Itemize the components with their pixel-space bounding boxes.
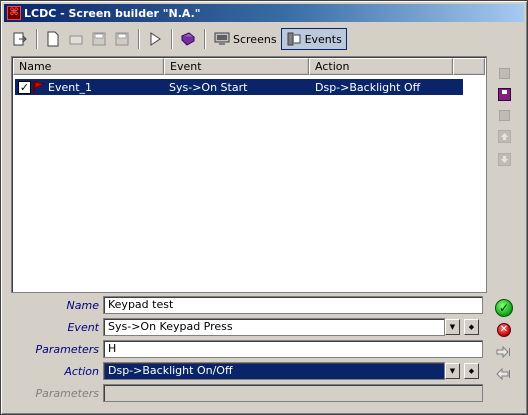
disk-icon	[498, 88, 511, 101]
column-header-action[interactable]: Action	[309, 58, 453, 75]
diamond-icon: ◆	[468, 366, 475, 375]
close-icon: ✕	[497, 323, 511, 337]
chevron-down-icon: ▼	[449, 322, 456, 331]
move-down-button[interactable]	[497, 152, 512, 167]
toolbar-separator	[138, 29, 140, 49]
action-select[interactable]: Dsp->Backlight On/Off	[103, 362, 445, 380]
events-icon	[287, 32, 301, 46]
list-header: Name Event Action	[13, 58, 485, 75]
name-field[interactable]: Keypad test	[103, 296, 483, 314]
previous-button[interactable]	[495, 365, 513, 383]
arrow-left-icon	[496, 367, 510, 381]
move-up-button[interactable]	[497, 129, 512, 144]
column-header-event[interactable]: Event	[164, 58, 309, 75]
delete-event-button[interactable]	[497, 108, 512, 123]
run-icon[interactable]	[144, 28, 166, 50]
delete-icon	[499, 110, 510, 121]
row-checkbox[interactable]: ✓	[18, 80, 31, 94]
add-event-button[interactable]	[497, 66, 512, 81]
row-name: Event_1	[48, 80, 93, 94]
toolbar-separator	[36, 29, 38, 49]
save-as-icon[interactable]	[111, 28, 133, 50]
table-row[interactable]: ✓ Event_1 Sys->On Start Dsp->Backlight O…	[15, 79, 463, 95]
app-logo-icon: ⌘	[7, 6, 21, 20]
window-title: LCDC - Screen builder "N.A."	[24, 6, 201, 20]
column-header-name[interactable]: Name	[13, 58, 164, 75]
open-icon[interactable]	[65, 28, 87, 50]
events-button[interactable]: Events	[280, 28, 347, 50]
save-icon[interactable]	[88, 28, 110, 50]
event-flag-icon	[33, 81, 46, 93]
event-options-button[interactable]: ◆	[464, 319, 479, 335]
arrow-right-icon	[496, 345, 510, 359]
action-options-button[interactable]: ◆	[464, 363, 479, 379]
parameters-field[interactable]: H	[103, 340, 483, 358]
diamond-icon: ◆	[468, 322, 475, 331]
screens-button[interactable]: Screens	[210, 28, 281, 50]
arrow-up-icon	[498, 130, 511, 143]
exit-icon[interactable]	[9, 28, 31, 50]
column-header-filler	[453, 58, 485, 75]
parameters2-label: Parameters	[35, 387, 99, 400]
name-label: Name	[66, 299, 99, 312]
title-bar[interactable]: ⌘ LCDC - Screen builder "N.A."	[4, 4, 524, 22]
add-icon	[499, 68, 510, 79]
event-label: Event	[67, 321, 99, 334]
toolbar-separator	[204, 29, 206, 49]
action-label: Action	[64, 365, 99, 378]
next-button[interactable]	[495, 343, 513, 361]
monitor-icon	[214, 32, 230, 45]
events-list[interactable]: Name Event Action ✓ Event_1 Sys->On Star…	[11, 56, 487, 293]
confirm-button[interactable]: ✓	[495, 299, 513, 317]
row-event: Sys->On Start	[169, 80, 248, 94]
arrow-down-icon	[498, 153, 511, 166]
parameters-label: Parameters	[35, 343, 99, 356]
screen-builder-window: ⌘ LCDC - Screen builder "N.A." Screens E…	[0, 0, 528, 415]
book-icon[interactable]	[177, 28, 199, 50]
cancel-button[interactable]: ✕	[495, 321, 513, 339]
action-dropdown-button[interactable]: ▼	[445, 363, 460, 379]
toolbar-separator	[171, 29, 173, 49]
events-label: Events	[304, 32, 342, 46]
chevron-down-icon: ▼	[449, 366, 456, 375]
screens-label: Screens	[233, 32, 277, 46]
toolbar: Screens Events	[9, 27, 521, 51]
new-document-icon[interactable]	[42, 28, 64, 50]
row-action: Dsp->Backlight Off	[315, 80, 421, 94]
parameters2-field[interactable]	[103, 384, 483, 402]
save-event-button[interactable]	[497, 87, 512, 102]
event-dropdown-button[interactable]: ▼	[445, 319, 460, 335]
event-select[interactable]: Sys->On Keypad Press	[103, 318, 445, 336]
check-icon: ✓	[495, 299, 513, 317]
